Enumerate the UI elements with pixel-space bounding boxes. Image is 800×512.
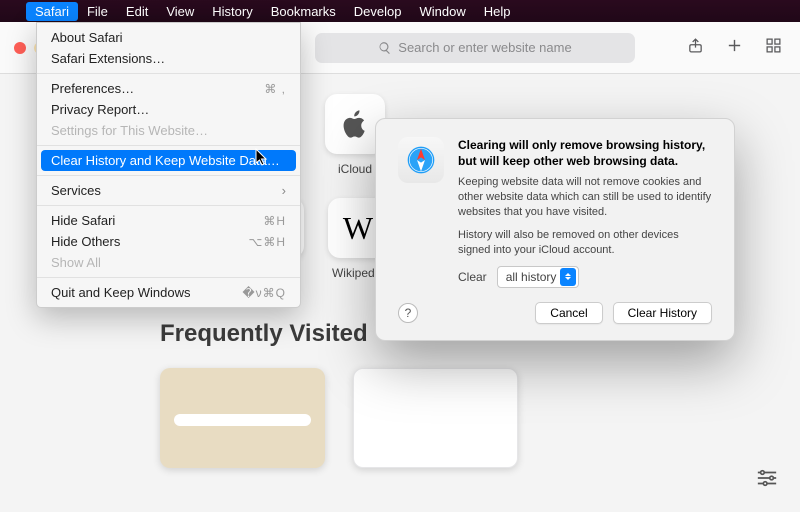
menu-item-clear-history[interactable]: Clear History and Keep Website Data… [41,150,296,171]
clear-history-button[interactable]: Clear History [613,302,712,324]
menu-item-extensions[interactable]: Safari Extensions… [37,48,300,69]
address-search-field[interactable]: Search or enter website name [315,33,635,63]
menu-view[interactable]: View [157,2,203,21]
dialog-headline: Clearing will only remove browsing histo… [458,137,712,169]
chevron-right-icon: › [282,183,286,198]
menu-item-quit[interactable]: Quit and Keep Windows�ν⌘Q [37,282,300,303]
close-window-button[interactable] [14,42,26,54]
frequent-thumbnail-1[interactable] [160,368,325,468]
search-placeholder: Search or enter website name [398,40,571,55]
menu-file[interactable]: File [78,2,117,21]
menu-item-hide-others[interactable]: Hide Others⌥⌘H [37,231,300,252]
menu-bookmarks[interactable]: Bookmarks [262,2,345,21]
menu-item-settings-site: Settings for This Website… [37,120,300,141]
clear-range-select[interactable]: all history [497,266,580,288]
menu-item-privacy-report[interactable]: Privacy Report… [37,99,300,120]
cancel-button[interactable]: Cancel [535,302,602,324]
menu-item-services[interactable]: Services› [37,180,300,201]
menu-history[interactable]: History [203,2,261,21]
share-icon[interactable] [687,37,704,59]
menu-safari[interactable]: Safari [26,2,78,21]
menu-window[interactable]: Window [410,2,474,21]
dialog-paragraph-1: Keeping website data will not remove coo… [458,175,712,220]
menu-item-hide-safari[interactable]: Hide Safari⌘H [37,210,300,231]
menu-develop[interactable]: Develop [345,2,411,21]
menu-edit[interactable]: Edit [117,2,157,21]
safari-app-icon [398,137,444,183]
dialog-body: Clearing will only remove browsing histo… [458,137,712,288]
help-button[interactable]: ? [398,303,418,323]
menu-item-show-all: Show All [37,252,300,273]
search-icon [378,41,392,55]
wikipedia-icon: W [343,210,373,247]
menubar: Safari File Edit View History Bookmarks … [0,0,800,22]
tab-overview-icon[interactable] [765,37,782,59]
menu-item-preferences[interactable]: Preferences…⌘ , [37,78,300,99]
clear-label: Clear [458,269,487,285]
select-stepper-icon [560,268,576,286]
menu-help[interactable]: Help [475,2,520,21]
new-tab-icon[interactable] [726,37,743,59]
apple-icon [338,107,372,141]
dialog-paragraph-2: History will also be removed on other de… [458,228,712,258]
menu-item-about[interactable]: About Safari [37,27,300,48]
safari-menu-dropdown: About Safari Safari Extensions… Preferen… [36,22,301,308]
frequent-thumbnail-2[interactable] [353,368,518,468]
customize-icon[interactable] [756,467,778,494]
clear-history-dialog: Clearing will only remove browsing histo… [375,118,735,341]
